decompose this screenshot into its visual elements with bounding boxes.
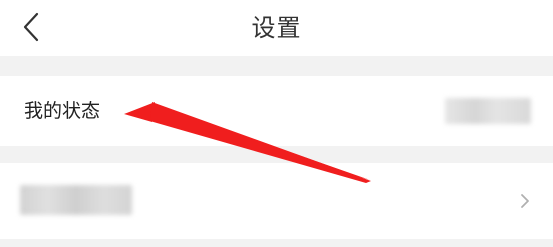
obscured-row-label [20, 185, 132, 215]
obscured-status-value [445, 98, 531, 124]
chevron-right-icon [519, 191, 531, 211]
nav-bar: 设置 [0, 0, 553, 56]
settings-row-obscured[interactable] [0, 163, 553, 239]
settings-row-label: 我的状态 [24, 100, 101, 122]
settings-row-my-status[interactable]: 我的状态 [0, 76, 553, 146]
page-title: 设置 [251, 14, 302, 42]
